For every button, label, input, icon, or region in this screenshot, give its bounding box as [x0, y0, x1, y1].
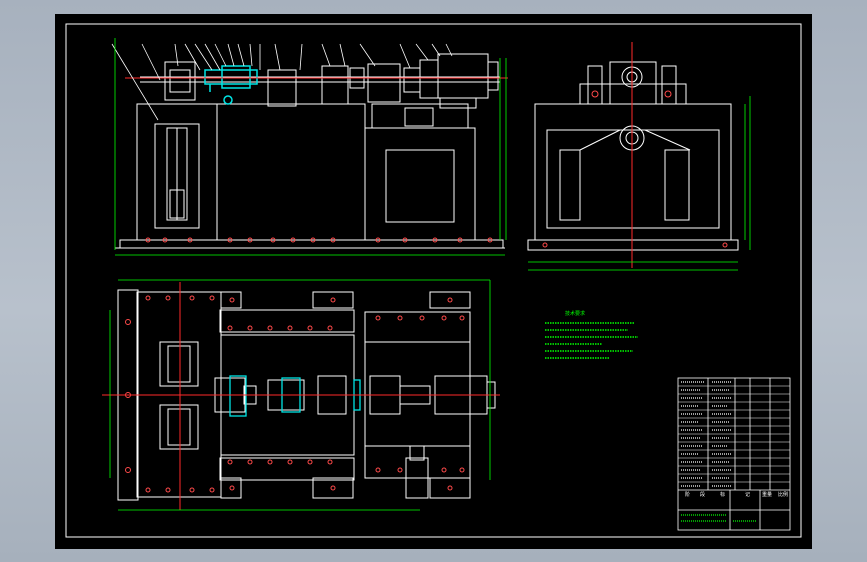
title-block-green: [681, 514, 757, 522]
highlighted-coupling: [204, 65, 258, 105]
drawing-frame: [65, 23, 802, 538]
technical-notes: 技术要求: [545, 310, 638, 359]
side-holes: [542, 90, 728, 248]
title-block-rows: [678, 385, 790, 483]
title-block-labels: 阶 段 标 记 重量 比例: [685, 491, 788, 498]
side-dimensions: [528, 96, 751, 271]
tb-label-note: 记: [745, 491, 750, 498]
notes-title: 技术要求: [565, 310, 585, 317]
tb-label-weight: 重量: [762, 491, 772, 498]
front-middle-stand: [216, 103, 366, 241]
top-holes: [125, 295, 465, 493]
tb-label-mark: 标: [720, 491, 725, 498]
front-view: [115, 53, 505, 249]
cad-drawing: 技术要求 阶 段 标 记 重量 比例: [65, 23, 802, 538]
front-right-stand: [364, 127, 476, 241]
title-block: [677, 377, 791, 531]
tb-label-scale: 比例: [778, 491, 788, 498]
side-view: [527, 61, 739, 251]
tb-label-stage: 阶: [685, 491, 690, 498]
tb-label-section: 段: [700, 491, 705, 498]
